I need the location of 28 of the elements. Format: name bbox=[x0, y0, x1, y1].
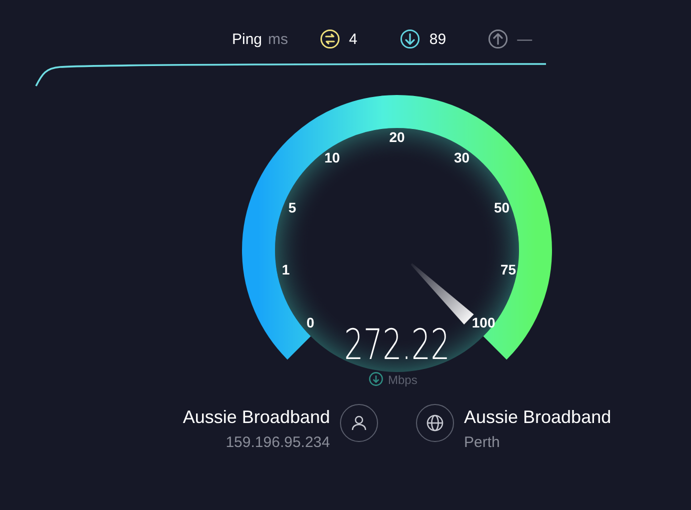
download-icon bbox=[400, 29, 420, 49]
jitter-value: 4 bbox=[349, 30, 358, 48]
gauge-scale-label: 100 bbox=[472, 314, 496, 331]
gauge-scale-label: 0 bbox=[306, 314, 314, 331]
speed-value: 272.22 bbox=[344, 320, 450, 370]
ping-unit: ms bbox=[268, 30, 288, 48]
gauge-scale-label: 75 bbox=[500, 262, 516, 278]
server-location: Perth bbox=[464, 434, 501, 451]
gauge-scale-label: 1 bbox=[282, 262, 290, 278]
speed-unit: Mbps bbox=[388, 373, 418, 387]
user-button[interactable] bbox=[340, 404, 378, 442]
client-isp: Aussie Broadband bbox=[182, 407, 330, 428]
server-name: Aussie Broadband bbox=[464, 407, 612, 428]
globe-icon bbox=[425, 413, 445, 433]
download-value: 89 bbox=[429, 30, 446, 48]
client-ip: 159.196.95.234 bbox=[226, 434, 330, 451]
gauge-scale-label: 5 bbox=[288, 200, 296, 216]
gauge-scale-label: 50 bbox=[494, 200, 510, 216]
upload-icon bbox=[488, 29, 508, 49]
user-icon bbox=[349, 413, 369, 433]
gauge-needle bbox=[410, 263, 474, 324]
server-button[interactable] bbox=[416, 404, 454, 442]
download-icon bbox=[369, 372, 383, 386]
upload-value: — bbox=[517, 30, 532, 48]
ping-label: Ping bbox=[232, 30, 262, 48]
gauge-scale-label: 20 bbox=[389, 129, 405, 145]
gauge-scale-label: 10 bbox=[324, 149, 340, 166]
gauge-scale-label: 30 bbox=[454, 149, 470, 166]
